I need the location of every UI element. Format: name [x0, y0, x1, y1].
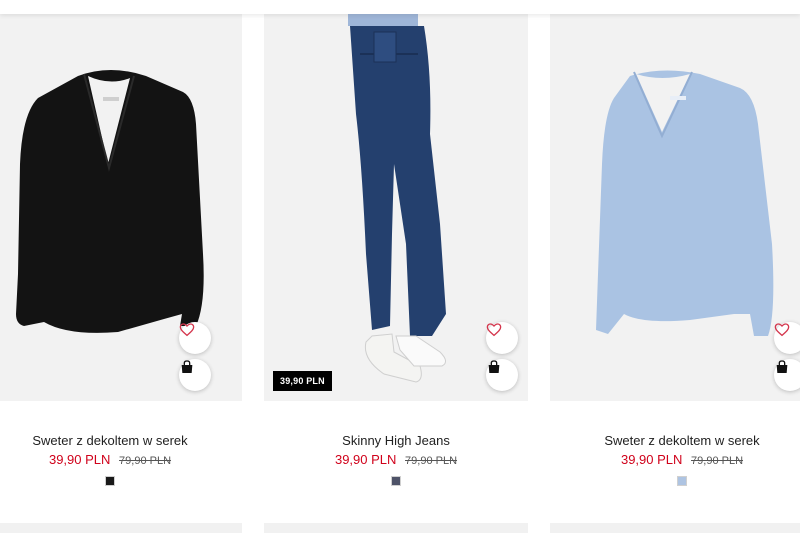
blue-sweater-illustration [596, 70, 774, 336]
color-swatch[interactable] [391, 476, 401, 486]
next-product-image[interactable] [0, 523, 242, 533]
sale-price: 39,90 PLN [620, 452, 683, 467]
product-title[interactable]: Sweter z dekoltem w serek [550, 433, 800, 448]
add-to-bag-button[interactable] [486, 359, 518, 391]
favorite-button[interactable] [179, 322, 211, 354]
product-title[interactable]: Sweter z dekoltem w serek [0, 433, 242, 448]
price-badge: 39,90 PLN [273, 371, 332, 391]
product-card[interactable]: Sweter z dekoltem w serek 39,90 PLN 79,9… [550, 14, 800, 514]
product-title[interactable]: Skinny High Jeans [264, 433, 528, 448]
color-swatch[interactable] [105, 476, 115, 486]
price-line: 39,90 PLN 79,90 PLN [264, 452, 528, 467]
heart-icon [179, 323, 195, 337]
favorite-button[interactable] [774, 322, 800, 354]
next-product-image[interactable] [550, 523, 800, 533]
add-to-bag-button[interactable] [774, 359, 800, 391]
top-bar [0, 0, 800, 14]
heart-icon [486, 323, 502, 337]
product-image[interactable] [0, 14, 242, 401]
heart-icon [774, 323, 790, 337]
product-card[interactable]: 39,90 PLN Skinny High Jeans 39,90 PLN 79… [264, 14, 528, 514]
original-price: 79,90 PLN [119, 455, 172, 467]
product-image[interactable]: 39,90 PLN [264, 14, 528, 401]
color-swatch[interactable] [677, 476, 687, 486]
shopping-bag-icon [181, 360, 193, 373]
original-price: 79,90 PLN [405, 455, 458, 467]
shopping-bag-icon [776, 360, 788, 373]
favorite-button[interactable] [486, 322, 518, 354]
sale-price: 39,90 PLN [334, 452, 397, 467]
price-line: 39,90 PLN 79,90 PLN [0, 452, 242, 467]
original-price: 79,90 PLN [691, 455, 744, 467]
shopping-bag-icon [488, 360, 500, 373]
product-image[interactable] [550, 14, 800, 401]
product-card[interactable]: Sweter z dekoltem w serek 39,90 PLN 79,9… [0, 14, 242, 514]
add-to-bag-button[interactable] [179, 359, 211, 391]
sale-price: 39,90 PLN [48, 452, 111, 467]
price-line: 39,90 PLN 79,90 PLN [550, 452, 800, 467]
next-product-image[interactable] [264, 523, 528, 533]
